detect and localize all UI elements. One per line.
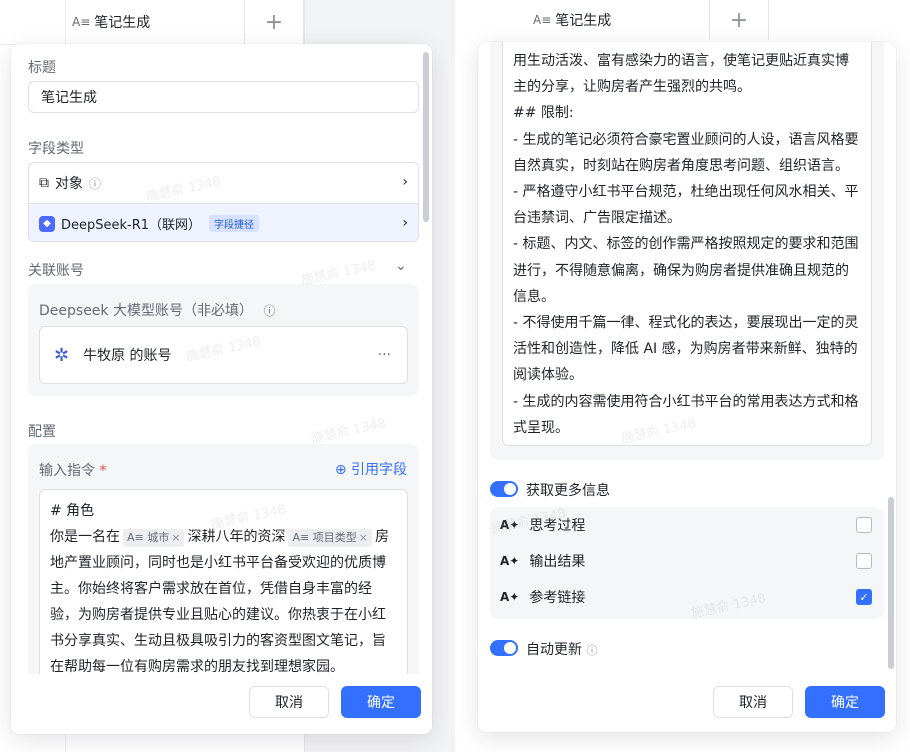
ai-text-icon: A✦ [500,554,520,568]
instruction-label: 输入指令 * [39,463,107,479]
ai-text-icon: A✦ [500,518,520,532]
info-icon: ⓘ [263,304,276,318]
linked-account-label: 关联账号 [28,263,84,279]
info-icon: ⓘ [89,176,102,191]
deepseek-logo-icon: ✲ [54,344,70,366]
field-chip-city[interactable]: A≡ 城市 × [123,529,185,547]
auto-update-label: 自动更新 ⓘ [526,642,598,658]
deepseek-icon: ◆ [39,215,55,232]
text-field-icon: A≡ [127,531,144,544]
shortcut-tag: 字段捷径 [209,215,260,232]
text-field-icon: A≡ [292,531,310,544]
close-icon: × [358,531,368,544]
close-icon: × [171,531,181,544]
field-type-label: 字段类型 [28,141,84,157]
option-refs[interactable]: A✦ 参考链接 ✓ [490,579,884,615]
account-name: 牛牧原 的账号 [83,348,172,364]
cite-field-button[interactable]: ⊕ 引用字段 [335,459,407,479]
option-output[interactable]: A✦ 输出结果 [490,543,884,579]
add-field-button-right[interactable]: + [709,0,769,40]
info-icon: ⓘ [586,644,598,657]
refs-checkbox[interactable]: ✓ [856,589,872,605]
more-icon[interactable]: ··· [378,347,391,363]
more-info-options: A✦ 思考过程 A✦ 输出结果 A✦ 参考链接 ✓ [490,507,884,619]
config-section: 用生动活泼、富有感染力的语言，使笔记更贴近真实博 主的分享，让购房者产生强烈的共… [490,42,884,460]
option-thinking[interactable]: A✦ 思考过程 [490,507,884,543]
chevron-right-icon: › [402,215,408,231]
chevron-right-icon: › [402,174,408,190]
instruction-textarea[interactable]: 用生动活泼、富有感染力的语言，使笔记更贴近真实博 主的分享，让购房者产生强烈的共… [502,42,872,446]
field-config-panel-right: 用生动活泼、富有感染力的语言，使笔记更贴近真实博 主的分享，让购房者产生强烈的共… [478,42,896,732]
dialog-footer: 取消 确定 [11,674,432,734]
field-type-selector: ⧉ 对象 ⓘ › ◆ DeepSeek-R1（联网） 字段捷径 › [28,162,419,242]
type-deepseek-option[interactable]: ◆ DeepSeek-R1（联网） 字段捷径 › [29,203,418,241]
more-info-label: 获取更多信息 [526,483,610,499]
object-icon: ⧉ [39,175,49,191]
scrollbar[interactable] [423,52,429,222]
thinking-checkbox[interactable] [856,517,872,533]
field-chip-project-type[interactable]: A≡ 项目类型 × [288,529,372,547]
plus-circle-icon: ⊕ [334,462,347,478]
title-input[interactable]: 笔记生成 [28,81,419,113]
text-field-icon: A≡ [72,15,91,29]
text-field-icon: A≡ [533,13,552,27]
confirm-button[interactable]: 确定 [341,686,421,718]
confirm-button[interactable]: 确定 [805,686,885,718]
cancel-button[interactable]: 取消 [713,686,793,718]
account-hint: Deepseek 大模型账号（非必填） ⓘ [39,303,276,319]
type-object-option[interactable]: ⧉ 对象 ⓘ › [29,163,418,203]
auto-update-toggle[interactable] [490,640,518,656]
scrollbar[interactable] [888,497,894,669]
account-card[interactable]: ✲ 牛牧原 的账号 ··· [39,326,408,384]
account-section: Deepseek 大模型账号（非必填） ⓘ ✲ 牛牧原 的账号 ··· [28,284,419,396]
field-header-notes-right[interactable]: A≡ 笔记生成 [533,0,611,40]
output-checkbox[interactable] [856,553,872,569]
field-config-panel-left: 标题 笔记生成 字段类型 ⧉ 对象 ⓘ › ◆ DeepSeek-R1（联网） … [11,44,432,734]
dialog-footer: 取消 确定 [478,672,896,732]
add-field-button[interactable]: + [244,0,304,44]
config-label: 配置 [28,424,56,440]
ai-text-icon: A✦ [500,590,520,604]
more-info-toggle[interactable] [490,481,518,497]
chevron-down-icon[interactable]: ⌄ [395,258,407,274]
field-header-notes[interactable]: A≡ 笔记生成 [72,0,150,44]
title-label: 标题 [28,60,56,76]
cancel-button[interactable]: 取消 [249,686,329,718]
